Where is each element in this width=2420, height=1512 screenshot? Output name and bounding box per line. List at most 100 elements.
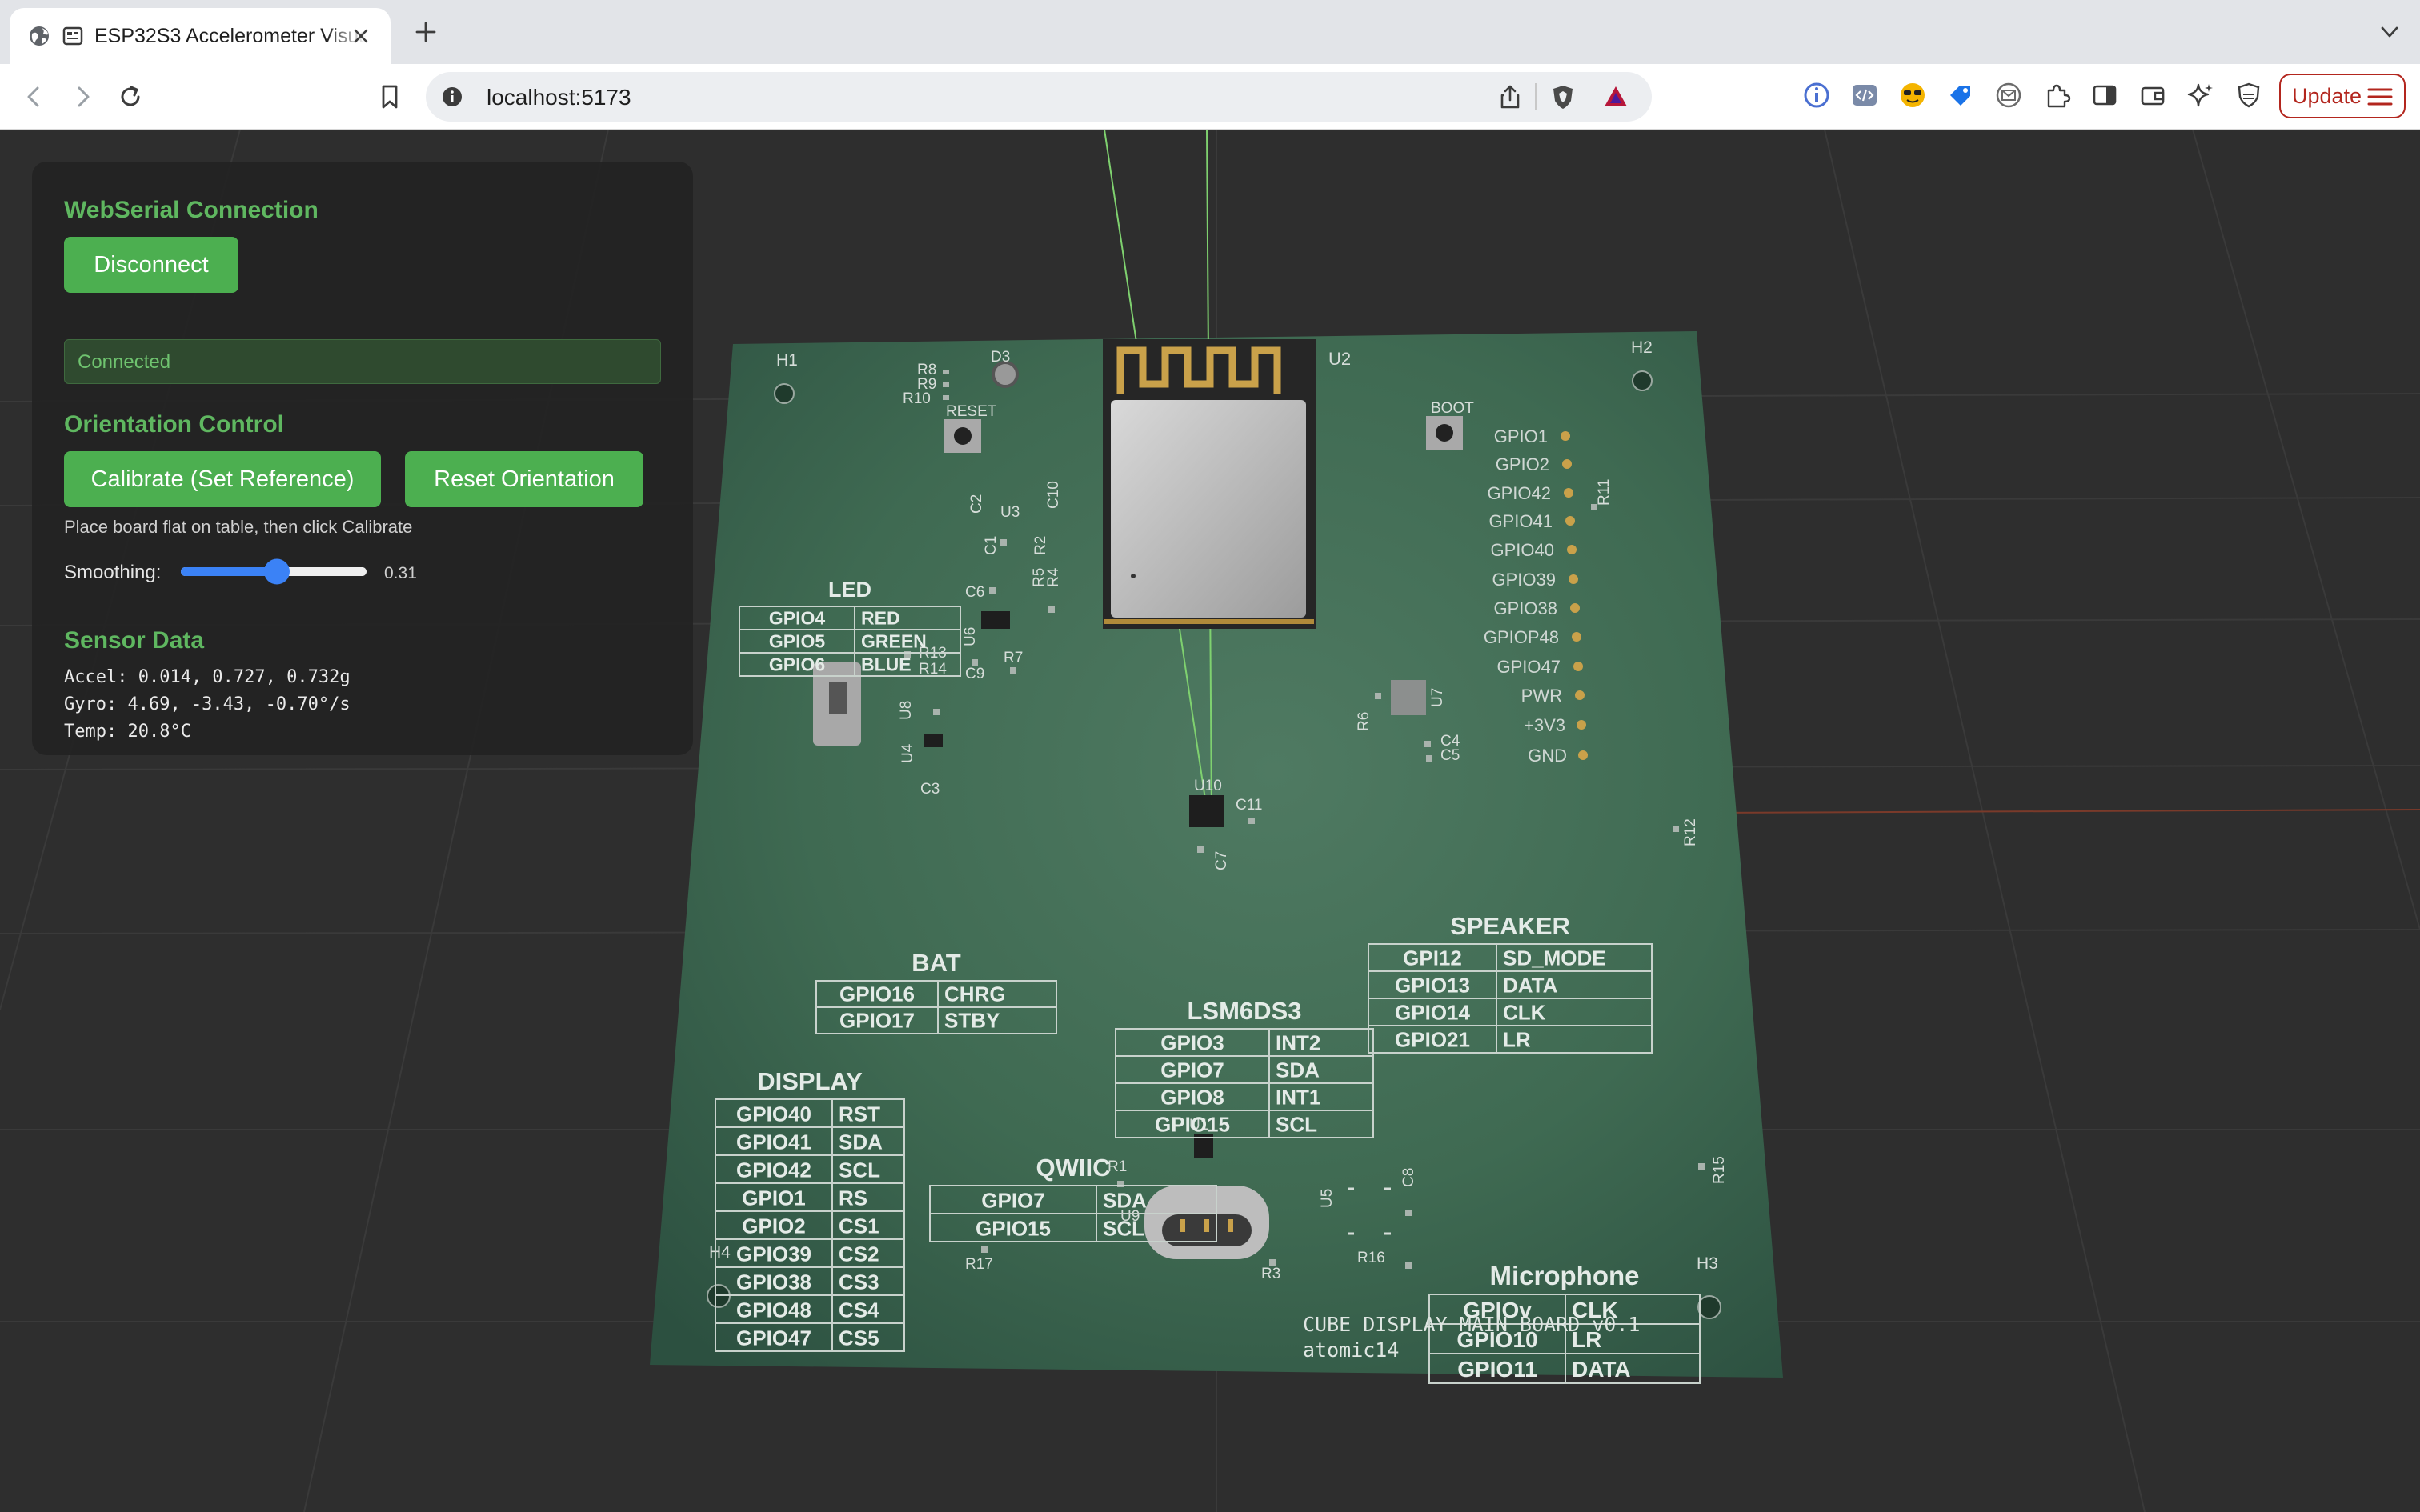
new-tab-plus-icon[interactable] [411, 18, 440, 46]
browser-tab[interactable]: ESP32S3 Accelerometer Visualizer [10, 8, 391, 64]
svg-text:C9: C9 [965, 666, 984, 682]
pin-table-signal: SDA [1276, 1058, 1320, 1082]
sidebar-icon[interactable] [2090, 81, 2119, 110]
pin-table-title: QWIIC [1036, 1154, 1111, 1182]
pin-table-title: SPEAKER [1450, 912, 1570, 940]
pin-table-signal: LR [1503, 1028, 1531, 1052]
wallet-icon[interactable] [2138, 81, 2167, 110]
pin-table-gpio: GPIO17 [839, 1009, 915, 1033]
sensor-heading: Sensor Data [64, 627, 205, 654]
pin-table-signal: SCL [1103, 1216, 1144, 1240]
pin-table-signal: INT2 [1276, 1031, 1320, 1055]
svg-text:R4: R4 [1045, 567, 1062, 587]
close-icon[interactable] [349, 24, 373, 48]
svg-text:C2: C2 [968, 494, 985, 514]
svg-text:GPIO2: GPIO2 [1496, 454, 1549, 474]
extension-info-icon[interactable] [1802, 81, 1831, 110]
svg-text:GPIO1: GPIO1 [1494, 426, 1548, 446]
pin-table-signal: BLUE [861, 654, 912, 675]
reload-icon[interactable] [115, 82, 146, 112]
orientation-heading: Orientation Control [64, 411, 284, 438]
x-axis-line [1712, 809, 2420, 814]
share-icon[interactable] [1496, 83, 1524, 110]
svg-text:R16: R16 [1357, 1250, 1385, 1266]
svg-text:U5: U5 [1319, 1189, 1336, 1208]
pin-table-signal: CS3 [839, 1270, 879, 1294]
gyro-readout: Gyro: 4.69, -3.43, -0.70°/s [64, 694, 351, 714]
svg-text:BOOT: BOOT [1431, 400, 1474, 417]
board-author-silk: atomic14 [1303, 1338, 1399, 1362]
pin-table-signal: CS4 [839, 1298, 879, 1322]
pin-table-signal: DATA [1503, 974, 1558, 998]
pin-table-signal: SCL [839, 1158, 880, 1182]
svg-text:C8: C8 [1400, 1168, 1417, 1187]
address-bar[interactable]: localhost:5173 [426, 72, 1652, 122]
svg-text:GPIO41: GPIO41 [1489, 511, 1553, 531]
pin-table-signal: GREEN [861, 631, 927, 652]
pin-table-signal: SDA [1103, 1188, 1147, 1212]
brave-shield-icon[interactable] [1549, 83, 1577, 110]
three-viewport[interactable]: H1 H2 H3 H4 U2 R8 R9 R10 D3 RESET BOOT R… [0, 130, 2420, 1512]
svg-text:C5: C5 [1440, 747, 1460, 764]
pin-table-signal: DATA [1572, 1357, 1631, 1382]
svg-text:R3: R3 [1261, 1266, 1280, 1282]
brave-rewards-icon[interactable] [1602, 83, 1629, 110]
chevron-down-icon[interactable] [2377, 19, 2402, 45]
pin-table-gpio: GPIO14 [1395, 1001, 1470, 1025]
calibrate-button[interactable]: Calibrate (Set Reference) [64, 451, 381, 507]
svg-text:GPIO47: GPIO47 [1497, 657, 1561, 677]
svg-text:C11: C11 [1236, 797, 1262, 814]
pin-table-gpio: GPIO2 [742, 1214, 805, 1238]
temp-readout: Temp: 20.8°C [64, 722, 191, 742]
pin-table-signal: CS2 [839, 1242, 879, 1266]
svg-text:RESET: RESET [946, 403, 997, 420]
tag-extension-icon[interactable] [1946, 81, 1975, 110]
pin-table-gpio: GPIO40 [736, 1102, 811, 1126]
svg-text:C6: C6 [965, 584, 984, 601]
pin-table-signal: CHRG [944, 982, 1006, 1006]
svg-text:C1: C1 [983, 536, 1000, 555]
smoothing-label: Smoothing: [64, 562, 162, 583]
site-favicon-icon [62, 26, 83, 46]
forward-arrow-icon[interactable] [67, 82, 98, 112]
pin-table-signal: CS5 [839, 1326, 879, 1350]
chip-u4 [924, 734, 943, 747]
puzzle-extensions-icon[interactable] [2042, 81, 2071, 110]
usb-c-connector [1144, 1186, 1269, 1259]
pin-table-signal: RED [861, 608, 900, 629]
svg-text:GPIOP48: GPIOP48 [1484, 627, 1559, 647]
pin-table-gpio: GPIO15 [976, 1216, 1051, 1240]
pin-table-title: LED [828, 578, 871, 602]
pin-table-signal: INT1 [1276, 1086, 1320, 1110]
pin-table-gpio: GPIO42 [736, 1158, 811, 1182]
vpn-shield-icon[interactable] [2234, 81, 2263, 110]
leo-ai-sparkle-icon[interactable] [2186, 81, 2215, 110]
browser-toolbar: localhost:5173 Update [0, 64, 2420, 130]
pin-table-gpio: GPIO8 [1160, 1086, 1224, 1110]
pin-table-title: BAT [912, 949, 960, 977]
mail-extension-icon[interactable] [1994, 81, 2023, 110]
update-button[interactable]: Update [2279, 74, 2406, 118]
svg-text:GPIO42: GPIO42 [1488, 483, 1551, 503]
url-text[interactable]: localhost:5173 [487, 85, 631, 110]
sunglasses-face-icon[interactable] [1898, 81, 1927, 110]
accel-readout: Accel: 0.014, 0.727, 0.732g [64, 667, 351, 687]
pin-table-gpio: GPIO1 [742, 1186, 805, 1210]
back-arrow-icon[interactable] [19, 82, 50, 112]
tab-bar: ESP32S3 Accelerometer Visualizer [0, 0, 2420, 64]
smoothing-slider[interactable] [178, 555, 370, 587]
pin-table-title: DISPLAY [757, 1067, 863, 1095]
chip-u10 [1189, 795, 1224, 827]
pin-table-gpio: GPIO3 [1160, 1031, 1224, 1055]
pin-table-gpio: GPIO15 [1155, 1113, 1230, 1137]
omnibox-divider [1535, 83, 1537, 110]
svg-text:U7: U7 [1429, 688, 1446, 707]
pin-table-gpio: GPIO6 [769, 654, 825, 675]
disconnect-button[interactable]: Disconnect [64, 237, 238, 293]
reset-orientation-button[interactable]: Reset Orientation [405, 451, 643, 507]
bookmark-icon[interactable] [375, 82, 405, 112]
svg-text:C7: C7 [1213, 851, 1230, 870]
pin-table-gpio: GPIO38 [736, 1270, 811, 1294]
code-extension-icon[interactable] [1850, 81, 1879, 110]
info-icon[interactable] [440, 85, 464, 109]
